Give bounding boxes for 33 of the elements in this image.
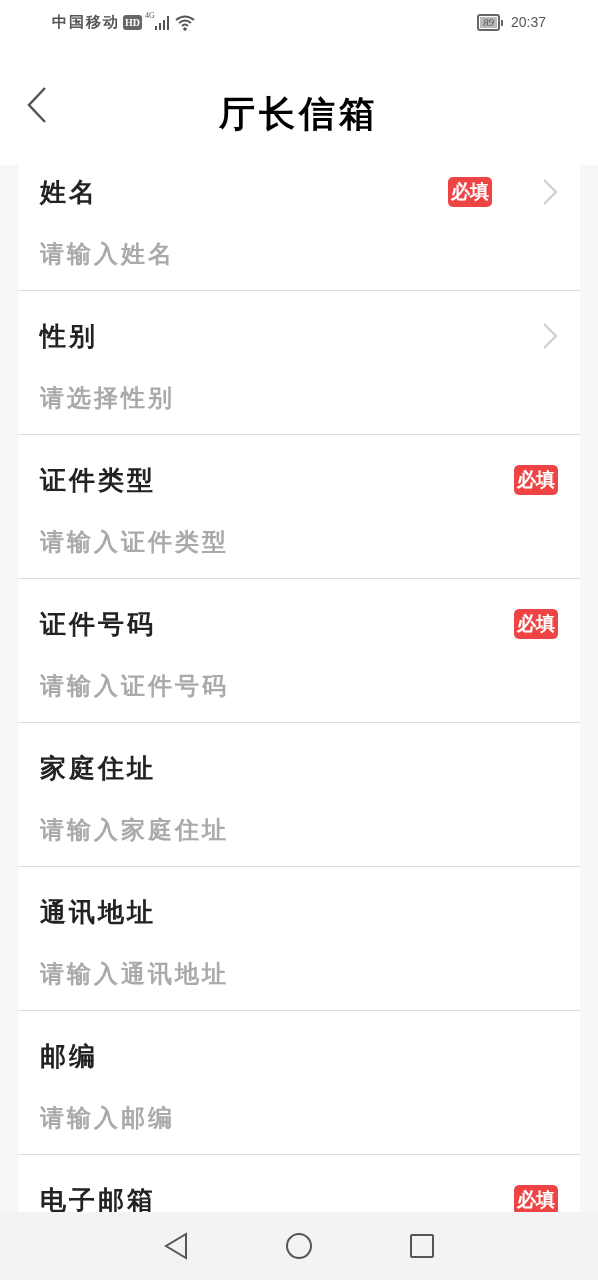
required-tag: 必填 (514, 1184, 558, 1212)
input-field[interactable]: 请输入家庭住址 (40, 813, 558, 847)
required-tag: 必填 (514, 608, 558, 640)
required-tag: 必填 (448, 176, 492, 208)
field-label: 姓名 (40, 176, 99, 209)
input-field[interactable]: 请选择性别 (40, 381, 558, 415)
clock-time: 20:37 (510, 13, 546, 32)
recents-nav-icon[interactable] (409, 1233, 435, 1259)
back-nav-icon[interactable] (163, 1232, 189, 1260)
field-label: 通讯地址 (40, 896, 157, 929)
network-label: 4G (145, 10, 155, 22)
required-tag: 必填 (514, 464, 558, 496)
chevron-right-icon (542, 322, 558, 350)
input-field[interactable]: 请输入通讯地址 (40, 957, 558, 991)
field-label: 邮编 (40, 1040, 99, 1073)
home-nav-icon[interactable] (285, 1232, 313, 1260)
input-field[interactable]: 请输入证件号码 (40, 669, 558, 703)
signal-icon (154, 15, 171, 30)
chevron-right-icon (542, 178, 558, 206)
field-label: 性别 (40, 320, 99, 353)
page-title: 厅长信箱 (218, 93, 380, 136)
battery-icon: 89 (476, 14, 500, 31)
input-field[interactable]: 请输入姓名 (40, 237, 558, 271)
input-field[interactable]: 请输入证件类型 (40, 525, 558, 559)
hd-badge: HD (123, 15, 142, 30)
field-label: 家庭住址 (40, 752, 157, 785)
back-icon[interactable] (26, 86, 48, 124)
wifi-icon (174, 14, 195, 31)
field-label: 证件号码 (40, 608, 157, 641)
input-field[interactable]: 请输入邮编 (40, 1101, 558, 1135)
carrier-name: 中国移动 (52, 13, 120, 33)
field-label: 证件类型 (40, 464, 157, 497)
field-label: 电子邮箱 (40, 1184, 157, 1212)
